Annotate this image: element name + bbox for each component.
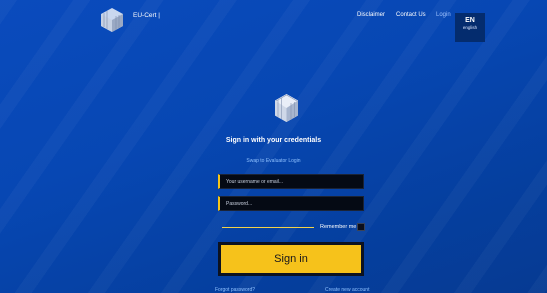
- brand-name[interactable]: EU-Cert |: [133, 12, 160, 19]
- create-account-link[interactable]: Create new account: [325, 287, 369, 293]
- language-selector[interactable]: EN english: [455, 13, 485, 42]
- nav-disclaimer[interactable]: Disclaimer: [357, 12, 385, 18]
- login-page: EU-Cert | Disclaimer Contact Us Login EN…: [0, 0, 547, 293]
- nav-login[interactable]: Login: [436, 12, 451, 18]
- cube-logo-icon[interactable]: [100, 7, 124, 33]
- top-bar: EU-Cert | Disclaimer Contact Us Login EN…: [0, 0, 547, 42]
- cube-logo-icon: [275, 94, 298, 122]
- language-name: english: [462, 25, 478, 30]
- sign-in-button[interactable]: Sign in: [218, 242, 364, 276]
- remember-me-checkbox[interactable]: [357, 223, 365, 231]
- login-title: Sign in with your credentials: [225, 137, 322, 144]
- swap-evaluator-login-link[interactable]: Swap to Evaluator Login: [0, 158, 547, 164]
- remember-me-label: Remember me: [320, 224, 357, 230]
- nav-contact-us[interactable]: Contact Us: [396, 12, 426, 18]
- language-code: EN: [465, 17, 475, 24]
- password-input[interactable]: [218, 196, 364, 211]
- forgot-password-link[interactable]: Forgot password?: [215, 287, 255, 293]
- username-input[interactable]: [218, 174, 364, 189]
- remember-divider: [222, 227, 314, 228]
